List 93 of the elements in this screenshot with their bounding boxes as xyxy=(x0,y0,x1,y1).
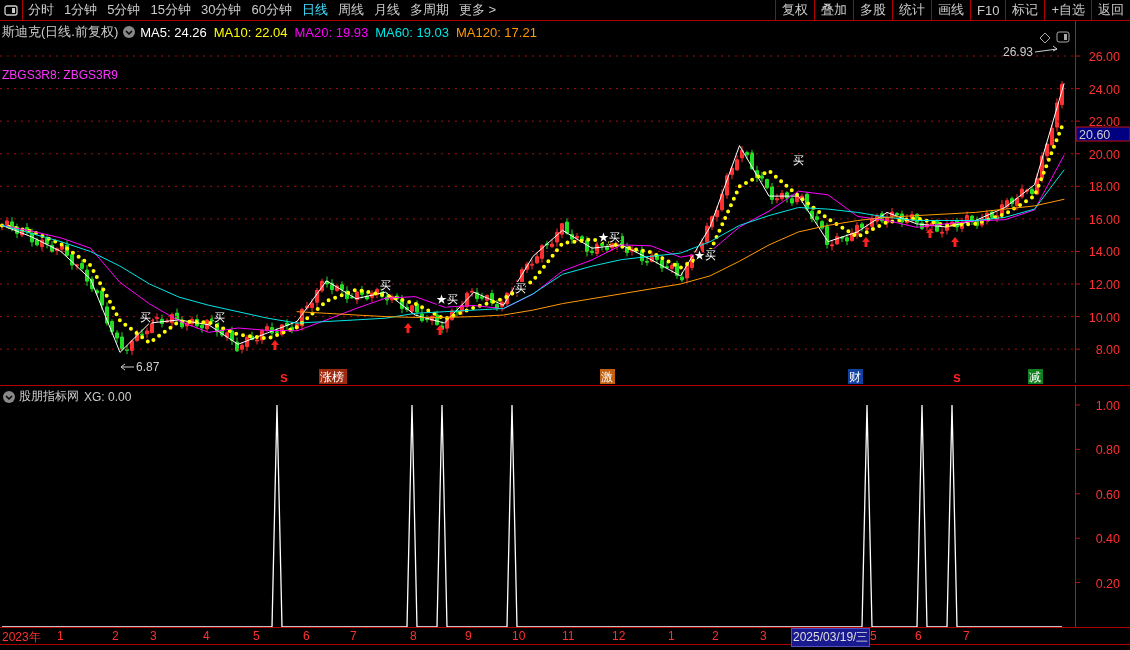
event-mark: s xyxy=(280,369,288,385)
toolbar-button[interactable]: 返回 xyxy=(1091,0,1130,20)
ma-legend: MA60: 19.03 xyxy=(375,24,449,40)
diamond-icon[interactable] xyxy=(1039,32,1051,44)
low-price-label: 6.87 xyxy=(136,360,160,374)
price-axis-label: 14.00 xyxy=(1088,245,1120,260)
toolbar-button[interactable]: 多股 xyxy=(853,0,892,20)
price-axis-label: 16.00 xyxy=(1088,212,1120,227)
ma-legend: MA5: 24.26 xyxy=(140,24,207,40)
period-tab[interactable]: 5分钟 xyxy=(102,0,146,20)
time-axis-label: 2 xyxy=(712,629,719,643)
time-axis-label: 6 xyxy=(915,629,922,643)
period-tab[interactable]: 更多 > xyxy=(453,0,502,20)
period-tab[interactable]: 30分钟 xyxy=(195,0,247,20)
chart-title: 斯迪克(日线.前复权) xyxy=(2,23,119,41)
panel-icon xyxy=(4,4,18,16)
leader-line xyxy=(120,363,135,371)
period-tab[interactable]: 1分钟 xyxy=(59,0,103,20)
period-tab[interactable]: 月线 xyxy=(368,0,405,20)
time-axis-label: 7 xyxy=(350,629,357,643)
event-tag: 激 xyxy=(600,369,615,384)
time-axis-label: 12 xyxy=(612,629,626,643)
up-arrow-icon xyxy=(951,237,959,247)
indicator-title: 股朋指标网 xyxy=(19,388,79,405)
price-axis-label: 24.00 xyxy=(1088,82,1120,97)
time-axis-label: 4 xyxy=(203,629,210,643)
period-tab[interactable]: 周线 xyxy=(332,0,369,20)
restore-icon[interactable] xyxy=(1056,31,1070,43)
indicator-axis-label: 0.60 xyxy=(1095,487,1120,502)
up-arrow-icon xyxy=(436,325,444,335)
ma-legend: MA20: 19.93 xyxy=(294,24,369,40)
current-price-box: 20.60 xyxy=(1075,126,1130,142)
event-tag: 涨榜 xyxy=(319,369,347,384)
toolbar-button[interactable]: 画线 xyxy=(931,0,970,20)
formula-label: ZBGS3R8: ZBGS3R9 xyxy=(2,68,120,82)
toolbar-button[interactable]: F10 xyxy=(970,0,1006,20)
time-axis-label: 5 xyxy=(253,629,260,643)
period-tab[interactable]: 60分钟 xyxy=(246,0,297,20)
ma-legend: MA120: 17.21 xyxy=(455,24,537,40)
event-tag: 减 xyxy=(1028,369,1043,384)
up-arrow-icon xyxy=(271,340,279,350)
high-price-label: 26.93 xyxy=(1003,45,1034,59)
time-axis-label: 3 xyxy=(150,629,157,643)
toolbar-button[interactable]: +自选 xyxy=(1044,0,1091,20)
ma-legend: MA10: 22.04 xyxy=(213,24,288,40)
event-mark: s xyxy=(953,369,961,385)
time-axis-label: 10 xyxy=(512,629,526,643)
time-axis-label: 2025/03/19/三 xyxy=(792,629,870,646)
price-axis-label: 26.00 xyxy=(1088,50,1120,64)
price-axis-label: 8.00 xyxy=(1095,343,1120,358)
price-axis-label: 20.00 xyxy=(1088,147,1120,162)
period-tab[interactable]: 日线 xyxy=(296,0,333,20)
time-axis-label: 7 xyxy=(963,629,970,643)
buy-signal: 买 xyxy=(793,154,804,166)
time-axis-label: 8 xyxy=(410,629,417,643)
indicator-axis-label: 1.00 xyxy=(1095,399,1120,413)
buy-signal: 买 xyxy=(214,311,225,323)
time-axis-label: 1 xyxy=(668,629,675,643)
indicator-axis-label: 0.80 xyxy=(1095,443,1120,458)
toolbar-button[interactable]: 复权 xyxy=(775,0,814,20)
time-axis-label: 5 xyxy=(870,629,877,643)
time-axis-label: 11 xyxy=(562,629,575,643)
buy-signal: ★买 xyxy=(694,249,716,261)
price-axis-label: 12.00 xyxy=(1088,278,1120,292)
period-tab[interactable]: 15分钟 xyxy=(145,0,196,20)
time-axis-label: 9 xyxy=(465,629,472,643)
indicator-axis-label: 0.40 xyxy=(1095,532,1120,547)
period-tab[interactable]: 多周期 xyxy=(404,0,454,20)
up-arrow-icon xyxy=(926,228,934,238)
leader-line xyxy=(1034,45,1058,53)
buy-signal: 买 xyxy=(515,282,526,294)
indicator-axis-label: 0.20 xyxy=(1095,576,1120,591)
toolbar-button[interactable]: 叠加 xyxy=(814,0,853,20)
time-axis-label: 3 xyxy=(760,629,767,643)
time-axis-label: 2 xyxy=(112,629,119,643)
price-axis-label: 10.00 xyxy=(1088,310,1120,325)
price-axis-label: 18.00 xyxy=(1088,180,1120,195)
toolbar-button[interactable]: 统计 xyxy=(892,0,931,20)
time-axis-label: 2023年 xyxy=(2,629,41,646)
up-arrow-icon xyxy=(404,323,412,333)
buy-signal: ★买 xyxy=(436,293,458,305)
period-tab[interactable]: 分时 xyxy=(23,0,59,20)
up-arrow-icon xyxy=(862,237,870,247)
dropdown-icon[interactable] xyxy=(3,390,15,403)
dropdown-icon[interactable] xyxy=(123,26,136,38)
toolbar-button[interactable]: 标记 xyxy=(1005,0,1045,20)
buy-signal: 买 xyxy=(380,279,391,291)
buy-signal: 买 xyxy=(140,311,151,323)
indicator-reading: : 0.00 xyxy=(101,389,132,404)
buy-signal: ★买 xyxy=(598,231,620,243)
time-axis-label: 6 xyxy=(303,629,310,643)
time-axis-label: 1 xyxy=(57,629,64,643)
event-tag: 财 xyxy=(848,369,863,384)
